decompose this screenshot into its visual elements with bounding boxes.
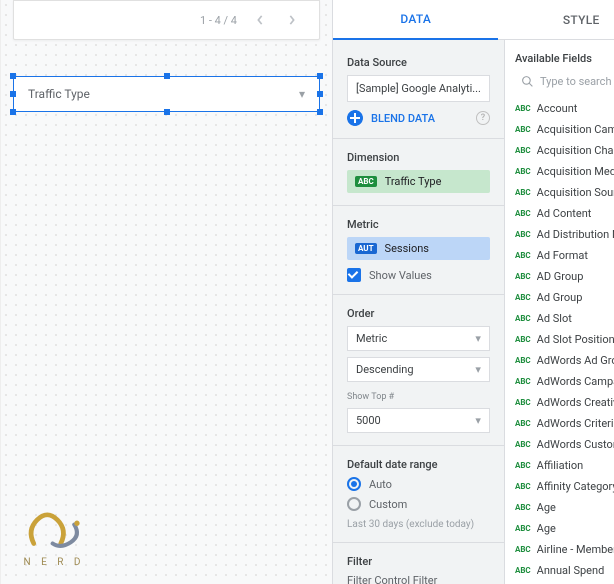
abc-icon: ABC [515,310,531,327]
available-fields-column: Available Fields Type to search ABCAccou… [504,40,614,584]
abc-icon: ABC [515,394,531,411]
abc-icon: ABC [515,226,531,243]
field-item[interactable]: ABCAd Slot [505,308,614,329]
blend-data-button[interactable]: BLEND DATA ? [347,110,490,126]
caret-down-icon: ▾ [299,87,305,101]
plus-circle-icon [347,110,363,126]
abc-icon: ABC [515,373,531,390]
data-settings-column: Data Source [Sample] Google Analyti... B… [333,40,504,584]
abc-icon: ABC [515,520,531,537]
search-placeholder: Type to search [540,75,612,88]
field-item[interactable]: ABCAnnual Spend [505,560,614,581]
abc-icon: ABC [515,331,531,348]
abc-icon: ABC [515,436,531,453]
field-item[interactable]: ABCAdWords Campaign ID [505,371,614,392]
pager-prev-icon[interactable] [251,11,269,29]
metric-chip[interactable]: AUT Sessions [347,237,490,260]
abc-icon: ABC [515,205,531,222]
dropdown-label: Traffic Type [28,87,90,101]
abc-badge: ABC [355,176,377,187]
field-item[interactable]: ABCAdWords Criteria ID [505,413,614,434]
radio-unselected-icon [347,497,361,511]
radio-selected-icon [347,477,361,491]
field-item[interactable]: ABCAcquisition Medium [505,161,614,182]
abc-icon: ABC [515,289,531,306]
order-dir-select[interactable]: Descending▾ [347,357,490,382]
abc-icon: ABC [515,163,531,180]
dimension-label: Dimension [347,151,490,164]
filter-sub: Filter Control Filter [347,574,490,584]
filter-label: Filter [347,555,490,568]
properties-panel: DATA STYLE Data Source [Sample] Google A… [332,0,614,584]
help-icon[interactable]: ? [476,111,490,125]
pager-text: 1 - 4 / 4 [200,14,237,27]
search-icon [521,75,534,88]
metric-label: Metric [347,218,490,231]
show-values-checkbox[interactable]: Show Values [347,268,490,282]
order-by-select[interactable]: Metric▾ [347,326,490,351]
daterange-custom-radio[interactable]: Custom [347,497,490,511]
dimension-chip[interactable]: ABC Traffic Type [347,170,490,193]
field-item[interactable]: ABCAffinity Category (reac... [505,476,614,497]
datasource-label: Data Source [347,56,490,69]
field-item[interactable]: ABCAge [505,518,614,539]
field-item[interactable]: ABCAcquisition Channel [505,140,614,161]
field-item[interactable]: ABCAd Slot Position [505,329,614,350]
abc-icon: ABC [515,415,531,432]
field-item[interactable]: ABCAD Group [505,266,614,287]
field-item[interactable]: ABCAffiliation [505,455,614,476]
abc-icon: ABC [515,478,531,495]
available-fields-title: Available Fields [505,40,614,71]
field-item[interactable]: ABCAdWords Creative ID [505,392,614,413]
daterange-label: Default date range [347,458,490,471]
field-item[interactable]: ABCAcquisition Source [505,182,614,203]
field-item[interactable]: ABCAd Group [505,287,614,308]
watermark-logo: N E R D [19,503,89,568]
fields-list: ABCAccountABCAcquisition CampaignABCAcqu… [505,98,614,584]
report-canvas[interactable]: 1 - 4 / 4 Traffic Type ▾ N E R D [1,0,332,584]
field-item[interactable]: ABCAirline - Member Tier [505,539,614,560]
field-item[interactable]: ABCAcquisition Campaign [505,119,614,140]
caret-down-icon: ▾ [475,332,481,345]
panel-tabs: DATA STYLE [333,0,614,40]
abc-icon: ABC [515,184,531,201]
show-top-label: Show Top # [347,392,490,402]
daterange-hint: Last 30 days (exclude today) [347,519,490,530]
abc-icon: ABC [515,142,531,159]
abc-icon: ABC [515,100,531,117]
abc-icon: ABC [515,247,531,264]
abc-icon: ABC [515,268,531,285]
daterange-auto-radio[interactable]: Auto [347,477,490,491]
abc-icon: ABC [515,457,531,474]
tab-data[interactable]: DATA [333,0,498,40]
field-item[interactable]: ABCAccount [505,98,614,119]
abc-icon: ABC [515,499,531,516]
field-item[interactable]: ABCAd Content [505,203,614,224]
field-item[interactable]: ABCAdWords Customer ID [505,434,614,455]
field-item[interactable]: ABCAd Format [505,245,614,266]
datasource-selector[interactable]: [Sample] Google Analyti... [347,75,490,102]
table-card: 1 - 4 / 4 [13,0,320,40]
abc-icon: ABC [515,352,531,369]
field-item[interactable]: ABCAdWords Ad Group ID [505,350,614,371]
show-top-select[interactable]: 5000▾ [347,408,490,433]
tab-style[interactable]: STYLE [498,0,614,39]
abc-icon: ABC [515,541,531,558]
field-item[interactable]: ABCAd Distribution Netwo... [505,224,614,245]
selected-dropdown-control[interactable]: Traffic Type ▾ [13,76,320,112]
field-item[interactable]: ABCAge [505,497,614,518]
caret-down-icon: ▾ [475,414,481,427]
fields-search-input[interactable]: Type to search [515,71,614,92]
pager-next-icon[interactable] [283,11,301,29]
checkbox-checked-icon [347,268,361,282]
caret-down-icon: ▾ [475,363,481,376]
aut-badge: AUT [355,243,377,254]
abc-icon: ABC [515,562,531,579]
order-label: Order [347,307,490,320]
abc-icon: ABC [515,121,531,138]
